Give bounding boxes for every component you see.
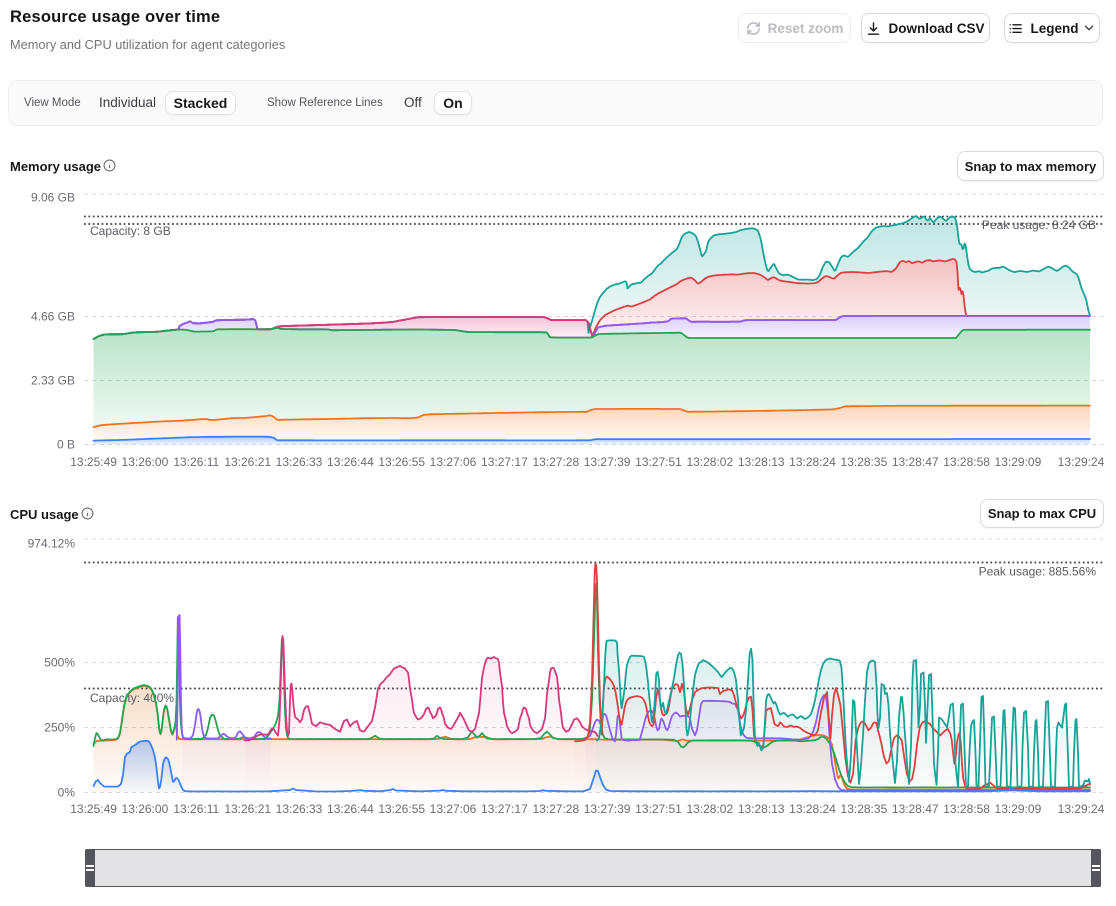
svg-text:4.66 GB: 4.66 GB xyxy=(31,310,75,324)
svg-text:13:29:09: 13:29:09 xyxy=(995,802,1042,816)
svg-text:13:27:39: 13:27:39 xyxy=(584,455,631,469)
svg-text:13:28:24: 13:28:24 xyxy=(789,802,836,816)
svg-text:13:27:06: 13:27:06 xyxy=(430,455,477,469)
svg-text:13:26:11: 13:26:11 xyxy=(173,802,219,816)
svg-text:0 B: 0 B xyxy=(57,438,75,452)
svg-text:13:28:13: 13:28:13 xyxy=(738,455,785,469)
svg-text:13:27:51: 13:27:51 xyxy=(635,455,682,469)
svg-text:0%: 0% xyxy=(58,786,76,800)
svg-text:13:28:02: 13:28:02 xyxy=(686,802,733,816)
svg-text:13:28:47: 13:28:47 xyxy=(892,802,939,816)
svg-text:13:28:58: 13:28:58 xyxy=(943,802,990,816)
svg-text:13:25:49: 13:25:49 xyxy=(70,455,117,469)
svg-text:13:29:24: 13:29:24 xyxy=(1058,455,1105,469)
svg-text:Capacity: 400%: Capacity: 400% xyxy=(90,691,174,705)
svg-text:13:27:39: 13:27:39 xyxy=(584,802,631,816)
svg-text:13:26:33: 13:26:33 xyxy=(276,802,323,816)
svg-text:13:29:09: 13:29:09 xyxy=(995,455,1042,469)
svg-text:13:26:21: 13:26:21 xyxy=(224,802,271,816)
svg-text:2.33 GB: 2.33 GB xyxy=(31,374,75,388)
svg-text:13:26:21: 13:26:21 xyxy=(224,455,271,469)
svg-text:974.12%: 974.12% xyxy=(28,537,76,551)
svg-text:13:28:02: 13:28:02 xyxy=(686,455,733,469)
svg-text:13:28:47: 13:28:47 xyxy=(892,455,939,469)
svg-text:13:28:24: 13:28:24 xyxy=(789,455,836,469)
svg-text:9.06 GB: 9.06 GB xyxy=(31,191,75,205)
svg-text:13:26:11: 13:26:11 xyxy=(173,455,219,469)
svg-text:13:27:28: 13:27:28 xyxy=(532,802,579,816)
svg-text:13:26:44: 13:26:44 xyxy=(327,455,374,469)
svg-text:13:26:55: 13:26:55 xyxy=(378,802,425,816)
svg-text:13:27:06: 13:27:06 xyxy=(430,802,477,816)
svg-text:13:26:55: 13:26:55 xyxy=(378,455,425,469)
svg-text:13:26:00: 13:26:00 xyxy=(122,455,169,469)
svg-text:500%: 500% xyxy=(44,656,75,670)
svg-text:13:26:00: 13:26:00 xyxy=(122,802,169,816)
svg-text:Peak usage: 8.24 GB: Peak usage: 8.24 GB xyxy=(982,218,1096,232)
svg-text:13:27:28: 13:27:28 xyxy=(532,455,579,469)
svg-text:13:27:17: 13:27:17 xyxy=(481,802,528,816)
svg-text:13:28:35: 13:28:35 xyxy=(841,802,888,816)
svg-text:13:29:24: 13:29:24 xyxy=(1058,802,1105,816)
svg-text:13:26:44: 13:26:44 xyxy=(327,802,374,816)
svg-text:13:26:33: 13:26:33 xyxy=(276,455,323,469)
svg-text:13:28:13: 13:28:13 xyxy=(738,802,785,816)
svg-text:13:27:51: 13:27:51 xyxy=(635,802,682,816)
svg-text:250%: 250% xyxy=(44,721,75,735)
svg-text:Peak usage: 885.56%: Peak usage: 885.56% xyxy=(979,565,1097,579)
svg-text:13:28:58: 13:28:58 xyxy=(943,455,990,469)
svg-text:Capacity: 8 GB: Capacity: 8 GB xyxy=(90,224,171,238)
svg-text:13:27:17: 13:27:17 xyxy=(481,455,528,469)
svg-text:13:28:35: 13:28:35 xyxy=(841,455,888,469)
svg-text:13:25:49: 13:25:49 xyxy=(70,802,117,816)
